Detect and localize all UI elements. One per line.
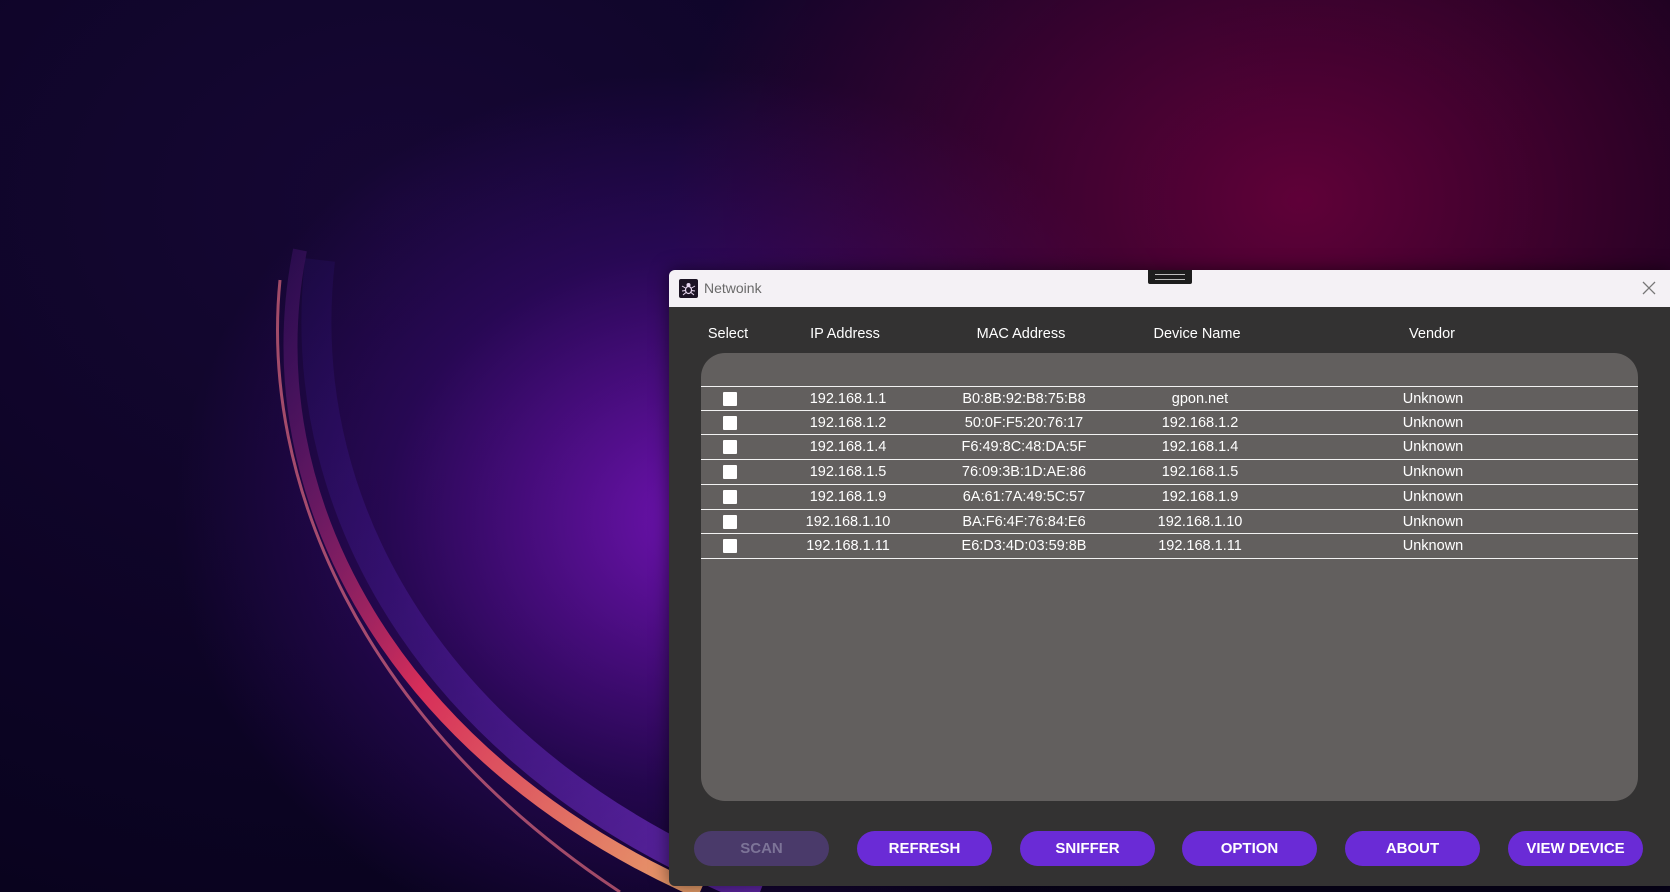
cell-mac: B0:8B:92:B8:75:B8 (962, 391, 1086, 407)
app-window: Netwoink Select IP Address MAC Address D… (669, 270, 1670, 886)
cell-vendor: Unknown (1402, 514, 1464, 530)
table-header: Select IP Address MAC Address Device Nam… (669, 326, 1670, 348)
row-checkbox[interactable] (723, 515, 737, 529)
cell-device: 192.168.1.2 (1161, 415, 1239, 431)
row-checkbox[interactable] (723, 465, 737, 479)
window-title: Netwoink (704, 280, 762, 296)
header-ip-address: IP Address (810, 326, 880, 342)
cell-vendor: Unknown (1402, 538, 1464, 554)
header-vendor: Vendor (1409, 326, 1455, 342)
table-row[interactable]: 192.168.1.2 50:0F:F5:20:76:17 192.168.1.… (701, 410, 1638, 436)
spider-icon (679, 279, 698, 298)
cell-device: gpon.net (1171, 391, 1229, 407)
header-mac-address: MAC Address (976, 326, 1066, 342)
cell-device: 192.168.1.10 (1157, 514, 1243, 530)
row-checkbox[interactable] (723, 440, 737, 454)
cell-mac: E6:D3:4D:03:59:8B (961, 538, 1087, 554)
cell-ip: 192.168.1.10 (805, 514, 891, 530)
cell-vendor: Unknown (1402, 489, 1464, 505)
cell-mac: 50:0F:F5:20:76:17 (964, 415, 1084, 431)
table-row[interactable]: 192.168.1.9 6A:61:7A:49:5C:57 192.168.1.… (701, 484, 1638, 510)
table-divider (701, 558, 1638, 559)
close-icon (1642, 281, 1656, 295)
button-bar: SCAN REFRESH SNIFFER OPTION ABOUT VIEW D… (669, 831, 1670, 867)
table-row[interactable]: 192.168.1.1 B0:8B:92:B8:75:B8 gpon.net U… (701, 386, 1638, 412)
cell-device: 192.168.1.4 (1161, 439, 1239, 455)
view-device-button[interactable]: VIEW DEVICE (1508, 831, 1643, 866)
row-checkbox[interactable] (723, 392, 737, 406)
cell-device: 192.168.1.11 (1158, 538, 1242, 554)
row-checkbox[interactable] (723, 490, 737, 504)
cell-ip: 192.168.1.5 (809, 464, 887, 480)
drag-handle[interactable] (1148, 270, 1192, 284)
cell-ip: 192.168.1.9 (809, 489, 887, 505)
sniffer-button[interactable]: SNIFFER (1020, 831, 1155, 866)
cell-mac: 76:09:3B:1D:AE:86 (961, 464, 1087, 480)
cell-device: 192.168.1.9 (1161, 489, 1239, 505)
cell-vendor: Unknown (1402, 415, 1464, 431)
scan-button[interactable]: SCAN (694, 831, 829, 866)
cell-vendor: Unknown (1402, 391, 1464, 407)
header-select: Select (707, 326, 749, 342)
table-row[interactable]: 192.168.1.5 76:09:3B:1D:AE:86 192.168.1.… (701, 459, 1638, 485)
close-button[interactable] (1636, 275, 1662, 301)
cell-vendor: Unknown (1402, 439, 1464, 455)
refresh-button[interactable]: REFRESH (857, 831, 992, 866)
option-button[interactable]: OPTION (1182, 831, 1317, 866)
table-row[interactable]: 192.168.1.4 F6:49:8C:48:DA:5F 192.168.1.… (701, 434, 1638, 460)
table-row[interactable]: 192.168.1.11 E6:D3:4D:03:59:8B 192.168.1… (701, 533, 1638, 559)
cell-ip: 192.168.1.4 (809, 439, 887, 455)
cell-device: 192.168.1.5 (1161, 464, 1239, 480)
table-row[interactable]: 192.168.1.10 BA:F6:4F:76:84:E6 192.168.1… (701, 509, 1638, 535)
cell-mac: F6:49:8C:48:DA:5F (961, 439, 1087, 455)
cell-vendor: Unknown (1402, 464, 1464, 480)
cell-ip: 192.168.1.1 (809, 391, 887, 407)
row-checkbox[interactable] (723, 539, 737, 553)
row-checkbox[interactable] (723, 416, 737, 430)
header-device-name: Device Name (1153, 326, 1241, 342)
cell-mac: 6A:61:7A:49:5C:57 (962, 489, 1086, 505)
title-bar[interactable]: Netwoink (669, 270, 1670, 307)
cell-mac: BA:F6:4F:76:84:E6 (962, 514, 1086, 530)
about-button[interactable]: ABOUT (1345, 831, 1480, 866)
cell-ip: 192.168.1.11 (806, 538, 890, 554)
device-table: 192.168.1.1 B0:8B:92:B8:75:B8 gpon.net U… (701, 353, 1638, 801)
cell-ip: 192.168.1.2 (809, 415, 887, 431)
